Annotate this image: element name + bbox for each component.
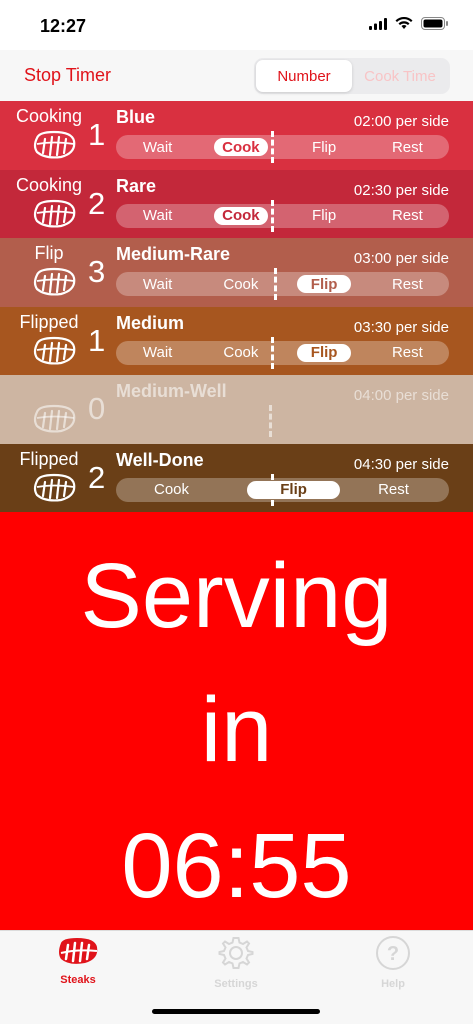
steak-time-per-side: 04:30 per side (353, 455, 449, 473)
status-bar: 12:27 (0, 0, 473, 50)
stop-timer-button[interactable]: Stop Timer (24, 65, 111, 86)
toolbar: Stop Timer Number Cook Time (0, 50, 473, 101)
step-flip: Flip (246, 480, 341, 499)
steak-status: Cooking (15, 106, 83, 126)
progress-marker (270, 473, 274, 506)
progress-marker (274, 268, 278, 300)
steak-count: 0 (88, 391, 106, 426)
progress-marker (270, 131, 274, 163)
steak-icon (33, 473, 76, 502)
step-rest: Rest (391, 138, 423, 156)
status-time: 12:27 (40, 16, 87, 36)
steak-count: 2 (88, 185, 106, 221)
serving-in-label: in (200, 679, 273, 781)
steak-icon (33, 404, 76, 433)
steak-status: Flipped (19, 448, 79, 469)
tab-label: Settings (214, 978, 258, 990)
step-cook: Cook (153, 481, 190, 498)
steak-row[interactable]: Cooking 2 Rare 02:30 per side Wait Cook Fl… (0, 169, 473, 238)
steak-icon (59, 938, 98, 964)
step-wait: Wait (142, 344, 173, 361)
step-cook: Cook (214, 206, 268, 225)
steak-doneness: Blue (116, 107, 156, 127)
step-flip: Flip (297, 343, 351, 362)
cooking-progress-track: Wait Cook Flip Rest (116, 336, 449, 369)
tab-help[interactable]: ? Help (348, 935, 438, 990)
steak-count: 3 (88, 254, 106, 289)
step-flip: Flip (312, 138, 337, 156)
tab-label: Steaks (60, 974, 96, 986)
help-icon: ? (376, 936, 410, 970)
steak-time-per-side: 04:00 per side (353, 387, 449, 404)
steak-count: 2 (88, 459, 106, 495)
step-rest: Rest (391, 275, 423, 293)
segment-cook-time[interactable]: Cook Time (352, 60, 448, 92)
steak-row[interactable]: 0 Medium-Well 04:00 per side (0, 375, 473, 444)
steak-count: 1 (88, 117, 106, 152)
steak-time-per-side: 02:30 per side (353, 181, 449, 199)
step-rest: Rest (391, 207, 423, 224)
step-rest: Rest (378, 481, 409, 498)
signal-icon (369, 17, 387, 30)
steak-status: Cooking (15, 174, 83, 195)
step-flip: Flip (312, 207, 337, 224)
serving-countdown: 06:55 (121, 815, 352, 917)
step-flip: Flip (297, 275, 351, 293)
step-wait: Wait (142, 275, 173, 293)
step-rest: Rest (391, 344, 423, 361)
steak-row[interactable]: Flip 3 Medium-Rare 03:00 per side Wait Co… (0, 238, 473, 307)
steak-doneness: Well-Done (116, 449, 204, 470)
wifi-icon (395, 17, 413, 29)
progress-marker (270, 199, 274, 232)
tab-label: Help (381, 978, 405, 990)
status-icons (369, 17, 449, 30)
progress-marker (269, 405, 273, 437)
segment-number[interactable]: Number (256, 60, 352, 92)
steak-icon (33, 267, 76, 296)
cooking-progress-track: Wait Cook Flip Rest (116, 268, 449, 300)
steak-row[interactable]: Flipped 2 Well-Done 04:30 per side Cook F… (0, 443, 473, 512)
cooking-progress-track: Wait Cook Flip Rest (116, 199, 449, 232)
steak-doneness: Medium-Rare (116, 244, 231, 264)
cooking-progress-track: Wait Cook Flip Rest (116, 131, 449, 163)
step-wait: Wait (142, 207, 173, 224)
steak-doneness: Rare (116, 175, 157, 196)
steak-time-per-side: 03:30 per side (353, 318, 449, 336)
step-cook: Cook (214, 138, 268, 156)
tab-settings[interactable]: Settings (191, 935, 281, 990)
steak-row[interactable]: Cooking 1 Blue 02:00 per side Wait Cook Fl… (0, 101, 473, 170)
cooking-progress-track: Cook Flip Rest (116, 473, 449, 506)
display-mode-segmented-control: Number Cook Time (254, 58, 450, 94)
step-wait: Wait (142, 138, 173, 156)
step-cook: Cook (223, 275, 259, 293)
svg-text:?: ? (387, 943, 399, 965)
progress-marker (270, 336, 274, 369)
battery-icon (421, 17, 448, 30)
serving-label: Serving (80, 545, 393, 647)
steak-row[interactable]: Flipped 1 Medium 03:30 per side Wait Cook… (0, 306, 473, 375)
steak-count: 1 (88, 322, 106, 358)
cooking-progress-track (116, 405, 449, 437)
steak-status: Flip (34, 243, 64, 263)
steak-time-per-side: 03:00 per side (353, 250, 449, 267)
steak-list: Cooking 1 Blue 02:00 per side Wait Cook Fl… (0, 101, 473, 512)
steak-doneness: Medium-Well (116, 381, 227, 401)
serving-countdown-panel: Serving in 06:55 (0, 512, 473, 930)
steak-time-per-side: 02:00 per side (353, 113, 449, 130)
tab-steaks[interactable]: Steaks (33, 935, 123, 986)
home-indicator (152, 1009, 320, 1014)
steak-status: Flipped (19, 311, 79, 332)
steak-icon (33, 336, 76, 365)
gear-icon (218, 937, 254, 969)
steak-doneness: Medium (116, 312, 185, 333)
steak-icon (33, 199, 76, 228)
steak-icon (33, 130, 76, 159)
